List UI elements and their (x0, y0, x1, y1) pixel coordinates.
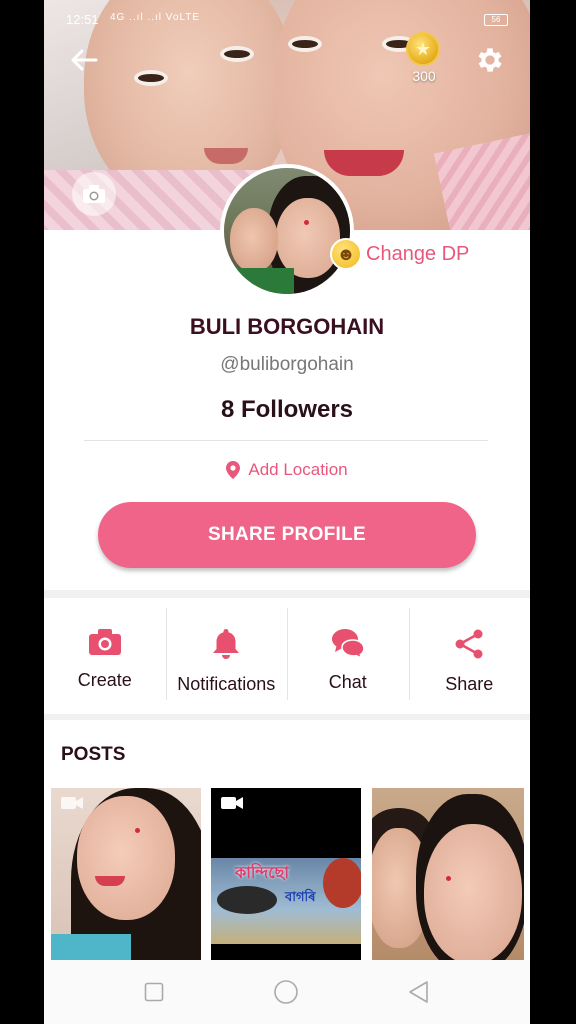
video-camera-icon (221, 797, 243, 809)
post-thumbnail[interactable]: কান্দিছো বাগৰি (211, 788, 361, 960)
followers-count[interactable]: 8 Followers (44, 396, 530, 424)
notifications-button[interactable]: Notifications (165, 598, 288, 714)
posts-heading: POSTS (61, 744, 126, 765)
chat-bubbles-icon (331, 629, 365, 658)
arrow-left-icon (71, 49, 98, 71)
share-profile-button[interactable]: SHARE PROFILE (98, 502, 476, 568)
gear-icon (478, 48, 502, 72)
status-time: 12:51 (66, 12, 99, 27)
change-dp-button[interactable]: ☻ Change DP (330, 236, 469, 272)
chat-label: Chat (328, 672, 367, 692)
share-label: Share (445, 674, 494, 694)
back-button[interactable] (66, 42, 102, 78)
divider (84, 440, 488, 441)
battery-icon: 56 (484, 14, 508, 26)
post-overlay-text: বাগৰি (285, 889, 316, 904)
posts-section: POSTS কান্দিছো বাগৰি (44, 720, 530, 960)
location-pin-icon (226, 461, 241, 479)
action-bar: Create Notifications Chat Share (44, 598, 530, 714)
add-location-link[interactable]: Add Location (44, 460, 530, 480)
status-bar: 12:51 4G ..ıl ..ıl VoLTE 56 (44, 12, 530, 34)
triangle-back-icon (409, 981, 428, 1003)
profile-screen: 12:51 4G ..ıl ..ıl VoLTE 56 ★ 300 ☻ Chan… (44, 0, 530, 1024)
post-thumbnail[interactable] (51, 788, 201, 960)
post-thumbnail[interactable] (372, 788, 524, 960)
circle-icon (274, 980, 298, 1004)
create-button[interactable]: Create (44, 598, 166, 714)
post-overlay-text: কান্দিছো (235, 865, 290, 882)
back-nav-button[interactable] (404, 978, 432, 1006)
home-button[interactable] (272, 978, 300, 1006)
share-button[interactable]: Share (408, 598, 531, 714)
coin-count: 300 (412, 68, 436, 84)
system-nav-bar (44, 960, 530, 1024)
create-label: Create (77, 670, 132, 690)
profile-name: BULI BORGOHAIN (189, 314, 385, 339)
camera-icon (83, 185, 105, 203)
recents-button[interactable] (140, 978, 168, 1006)
signal-indicator: 4G ..ıl ..ıl VoLTE (110, 12, 201, 23)
change-dp-label: Change DP (366, 242, 470, 265)
profile-handle: @buliborgohain (220, 354, 354, 375)
video-camera-icon (61, 797, 83, 809)
notifications-label: Notifications (177, 674, 276, 694)
square-icon (144, 982, 164, 1002)
profile-avatar[interactable] (220, 164, 354, 298)
camera-icon (88, 629, 121, 655)
coin-icon[interactable]: ★ (406, 32, 440, 66)
chat-button[interactable]: Chat (287, 598, 409, 714)
share-icon (455, 629, 483, 659)
grin-emoji-icon: ☻ (330, 238, 362, 270)
settings-button[interactable] (470, 40, 510, 80)
add-location-label: Add Location (248, 460, 348, 479)
cover-camera-button[interactable] (72, 172, 116, 216)
bell-icon (213, 629, 240, 659)
